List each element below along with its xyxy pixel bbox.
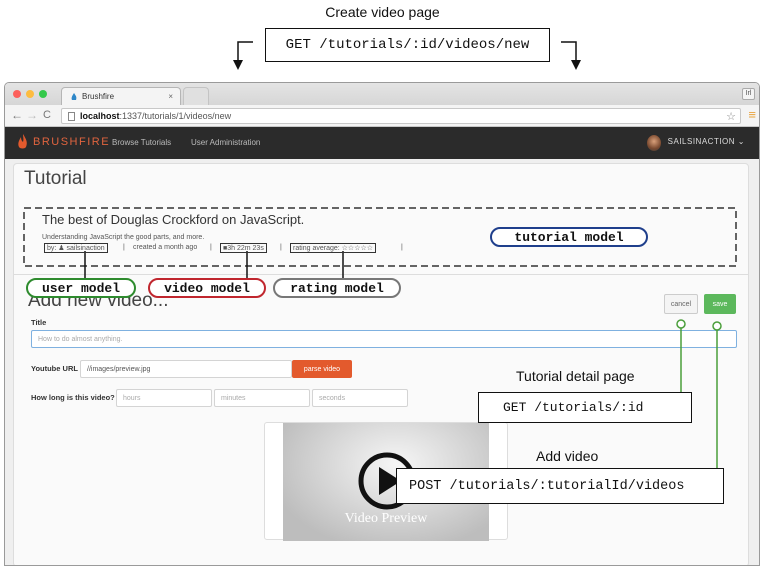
- minutes-placeholder: minutes: [221, 394, 246, 402]
- author-link[interactable]: by: ♟ sailsinaction: [44, 243, 108, 253]
- chevron-down-icon: ⌄: [737, 137, 745, 146]
- tutorial-heading: Tutorial: [24, 168, 87, 189]
- back-arrow-icon[interactable]: ←: [11, 108, 23, 122]
- add-video-caption: Add video: [536, 448, 599, 464]
- youtube-url-input[interactable]: //images/preview.jpg: [80, 360, 292, 378]
- url-host: localhost: [80, 111, 120, 121]
- bookmark-star-icon[interactable]: ☆: [726, 110, 736, 123]
- minutes-input[interactable]: minutes: [214, 389, 310, 407]
- cancel-button[interactable]: cancel: [664, 294, 698, 314]
- meta-separator: |: [123, 244, 125, 251]
- meta-separator: |: [210, 244, 212, 251]
- tab-title: Brushfire: [82, 92, 115, 101]
- title-label: Title: [31, 318, 47, 327]
- tutorial-description: Understanding JavaScript the good parts,…: [42, 234, 205, 241]
- youtube-url-label: Youtube URL: [31, 364, 78, 373]
- account-menu[interactable]: SAILSINACTION ⌄: [668, 137, 745, 146]
- meta-separator: |: [280, 244, 282, 251]
- seconds-input[interactable]: seconds: [312, 389, 408, 407]
- youtube-url-value: //images/preview.jpg: [87, 365, 151, 373]
- brand-name[interactable]: BRUSHFIRE: [33, 136, 110, 148]
- rating-average: rating average: ☆☆☆☆☆: [290, 243, 377, 253]
- video-duration: ■3h 22m 23s: [220, 243, 267, 253]
- detail-route-box: GET /tutorials/:id: [478, 392, 692, 423]
- video-model-label: video model: [148, 278, 266, 298]
- divider: [14, 274, 748, 275]
- forward-arrow-icon[interactable]: →: [26, 108, 38, 122]
- hours-input[interactable]: hours: [116, 389, 212, 407]
- meta-separator: |: [401, 244, 403, 251]
- hours-placeholder: hours: [123, 394, 141, 402]
- add-route-box: POST /tutorials/:tutorialId/videos: [396, 468, 724, 504]
- menu-icon[interactable]: ≡: [748, 107, 756, 122]
- user-model-label: user model: [26, 278, 136, 298]
- minimize-window-button[interactable]: [26, 90, 34, 98]
- maximize-window-button[interactable]: [39, 90, 47, 98]
- url-path: :1337/tutorials/1/videos/new: [119, 111, 232, 121]
- tab-close-icon[interactable]: ×: [168, 92, 173, 101]
- duration-value: 3h 22m 23s: [227, 245, 264, 252]
- tutorial-title: The best of Douglas Crockford on JavaScr…: [42, 212, 305, 227]
- browser-tab[interactable]: Brushfire ×: [61, 87, 181, 105]
- detail-page-caption: Tutorial detail page: [516, 368, 635, 384]
- reload-icon[interactable]: C: [43, 109, 51, 121]
- video-length-label: How long is this video?: [31, 393, 115, 402]
- created-date: created a month ago: [133, 244, 198, 251]
- page-icon: [68, 111, 75, 121]
- title-input[interactable]: How to do almost anything.: [31, 330, 737, 348]
- video-preview-text: Video Preview: [344, 511, 428, 526]
- title-placeholder: How to do almost anything.: [38, 335, 123, 343]
- address-bar[interactable]: localhost:1337/tutorials/1/videos/new ☆: [61, 108, 741, 124]
- new-tab-button[interactable]: [183, 87, 209, 105]
- parse-video-button[interactable]: parse video: [292, 360, 352, 378]
- rating-stars[interactable]: ☆☆☆☆☆: [342, 245, 373, 252]
- tutorial-model-label: tutorial model: [490, 227, 648, 247]
- app-navbar: BRUSHFIRE Browse Tutorials User Administ…: [5, 127, 759, 159]
- brushfire-logo-icon: [17, 134, 28, 155]
- nav-browse-tutorials[interactable]: Browse Tutorials: [112, 138, 171, 147]
- rating-model-label: rating model: [273, 278, 401, 298]
- nav-user-administration[interactable]: User Administration: [191, 138, 260, 147]
- save-button[interactable]: save: [704, 294, 736, 314]
- page-route-box: GET /tutorials/:id/videos/new: [265, 28, 550, 62]
- browser-toolbar: ← → C localhost:1337/tutorials/1/videos/…: [5, 105, 759, 127]
- seconds-placeholder: seconds: [319, 394, 346, 402]
- close-window-button[interactable]: [13, 90, 21, 98]
- avatar[interactable]: [647, 135, 661, 151]
- account-name: SAILSINACTION: [667, 137, 736, 146]
- rating-label: rating average:: [293, 245, 340, 252]
- profile-button[interactable]: Irl: [742, 88, 755, 100]
- tab-strip: Brushfire × Irl: [5, 83, 759, 105]
- brushfire-favicon-icon: [70, 92, 78, 101]
